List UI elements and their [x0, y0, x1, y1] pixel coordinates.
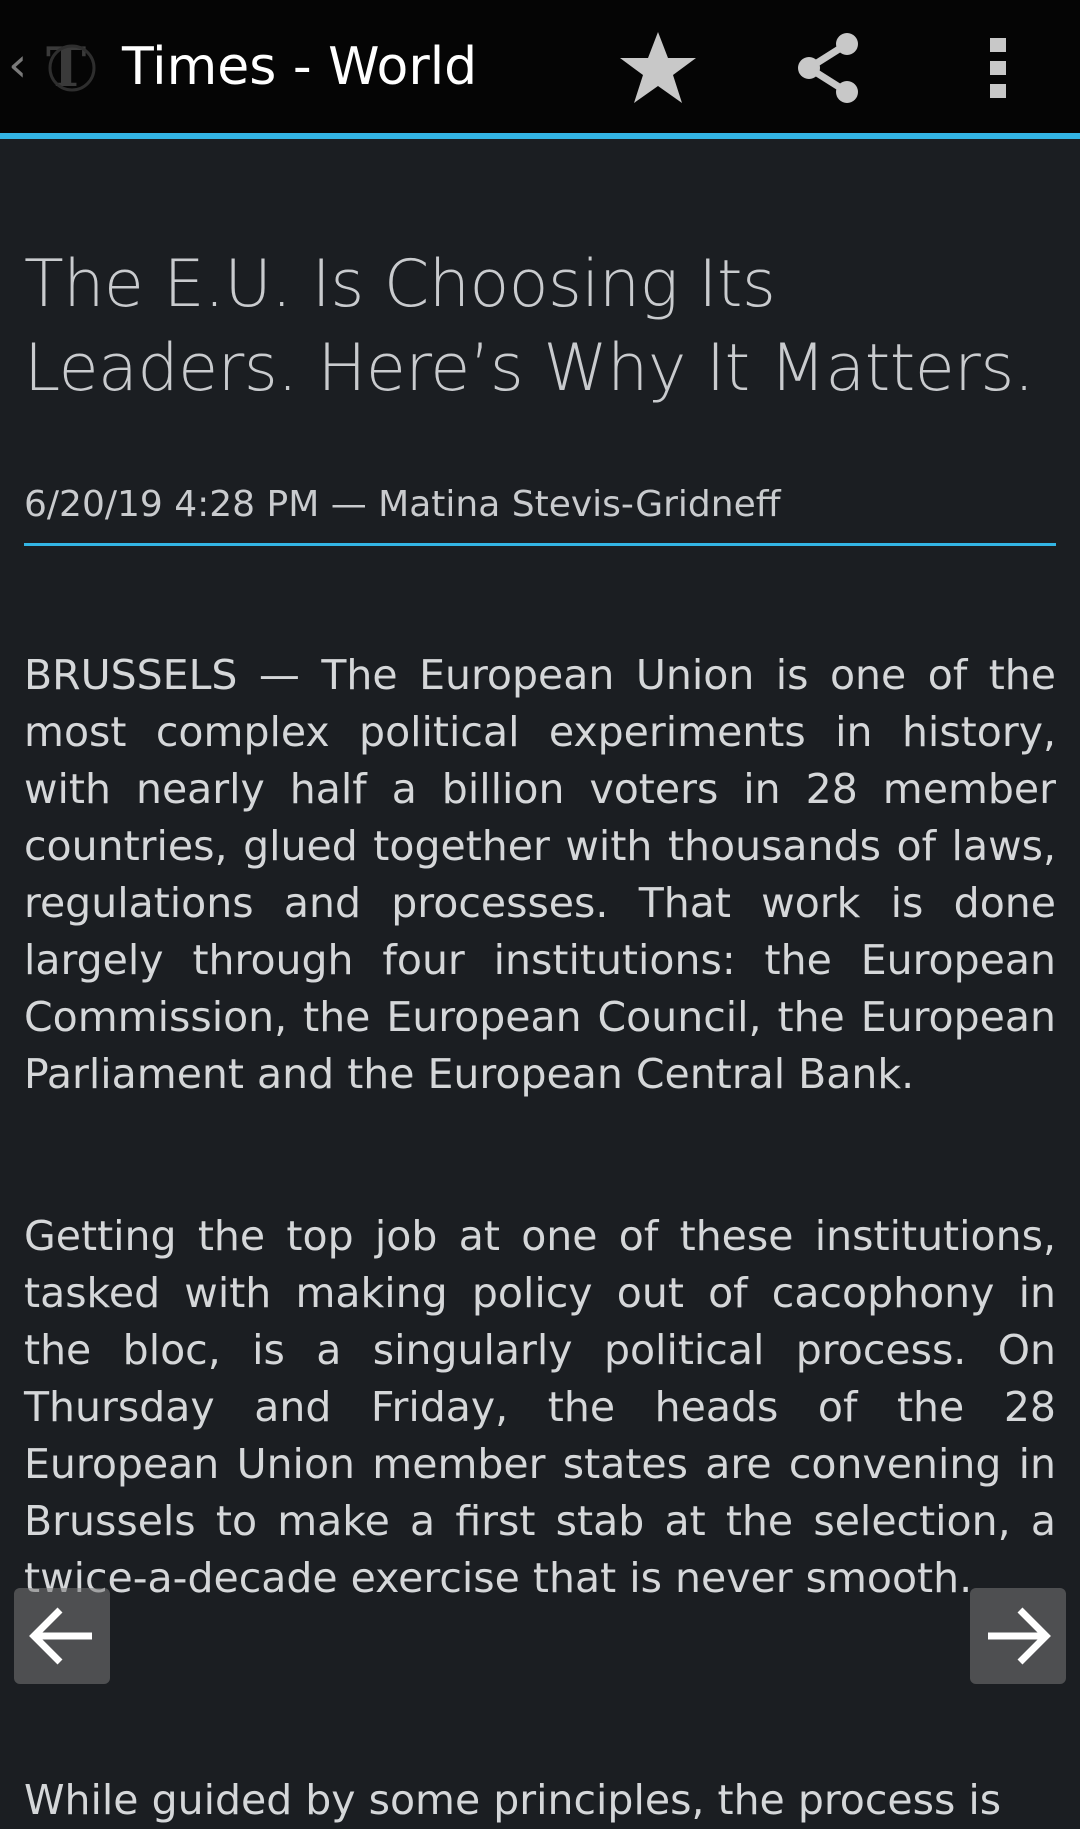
- share-icon: [798, 33, 858, 103]
- back-chevron-icon[interactable]: ‹: [8, 40, 34, 90]
- next-article-button[interactable]: [970, 1588, 1066, 1684]
- article-paragraph: While guided by some principles, the pro…: [24, 1776, 1002, 1824]
- article-byline: 6/20/19 4:28 PM — Matina Stevis-Gridneff: [24, 484, 781, 525]
- arrow-left-icon: [29, 1607, 92, 1665]
- article-paragraph: Getting the top job at one of these inst…: [24, 1212, 1056, 1602]
- star-icon: [620, 32, 696, 103]
- overflow-menu-button[interactable]: [950, 24, 1046, 112]
- previous-article-button[interactable]: [14, 1588, 110, 1684]
- app-bar: ‹ T Times - World: [0, 0, 1080, 139]
- article-paragraph: BRUSSELS — The European Union is one of …: [24, 651, 1056, 1098]
- app-title: Times - World: [122, 37, 478, 97]
- favorite-button[interactable]: [610, 24, 706, 112]
- overflow-menu-icon: [990, 38, 1006, 98]
- arrow-right-icon: [988, 1607, 1051, 1665]
- byline-divider: [24, 543, 1056, 546]
- share-button[interactable]: [780, 24, 876, 112]
- nyt-logo-icon[interactable]: T: [42, 35, 98, 99]
- article-headline: The E.U. Is Choosing Its Leaders. Here’s…: [24, 247, 1034, 406]
